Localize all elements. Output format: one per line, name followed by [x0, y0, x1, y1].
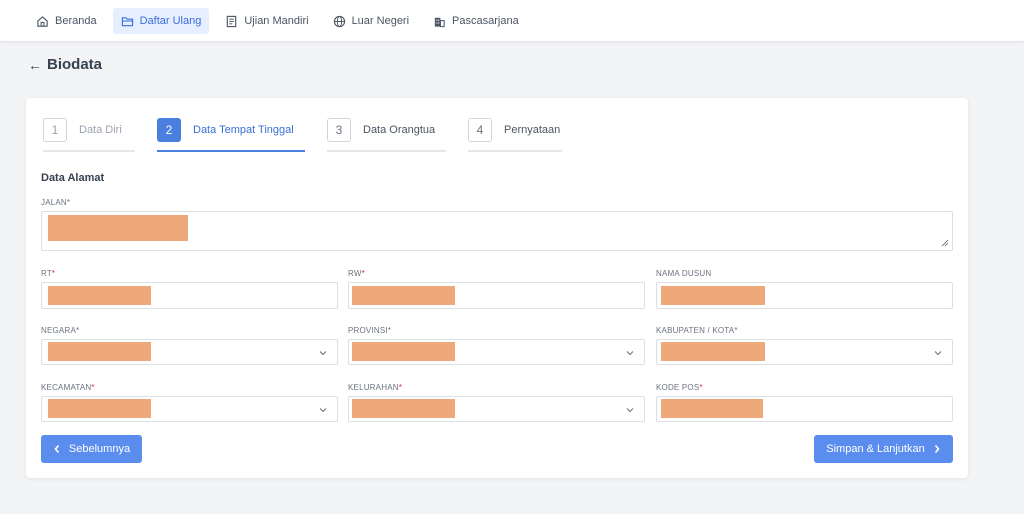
main-nav: Beranda Daftar Ulang Ujian Mandiri Luar … [28, 8, 527, 34]
step-label: Data Tempat Tinggal [193, 124, 294, 136]
step-number: 2 [157, 118, 181, 142]
redacted-value [48, 286, 151, 305]
step-data-diri[interactable]: 1 Data Diri [43, 118, 135, 152]
chevron-down-icon [319, 351, 327, 356]
step-number: 4 [468, 118, 492, 142]
home-icon [37, 15, 48, 27]
chevron-down-icon [319, 408, 327, 413]
redacted-value [352, 286, 455, 305]
top-navigation-bar: Beranda Daftar Ulang Ujian Mandiri Luar … [0, 0, 1024, 42]
nav-item-ujian-mandiri[interactable]: Ujian Mandiri [217, 8, 316, 34]
step-data-orangtua[interactable]: 3 Data Orangtua [327, 118, 446, 152]
document-icon [227, 15, 237, 27]
redacted-value [48, 342, 151, 361]
step-label: Data Orangtua [363, 124, 436, 136]
chevron-left-icon [54, 444, 60, 454]
previous-button-label: Sebelumnya [68, 443, 131, 455]
nav-item-beranda[interactable]: Beranda [28, 8, 105, 34]
step-data-tempat-tinggal[interactable]: 2 Data Tempat Tinggal [157, 118, 305, 152]
section-title-data-alamat: Data Alamat [41, 172, 105, 184]
step-number: 3 [327, 118, 351, 142]
chevron-down-icon [626, 351, 634, 356]
resize-handle-icon[interactable] [941, 239, 949, 247]
label-kelurahan: KELURAHAN* [348, 383, 403, 392]
page-title-text: Biodata [47, 56, 103, 73]
label-jalan: JALAN* [41, 198, 71, 207]
chevron-right-icon [934, 444, 940, 454]
redacted-value [48, 399, 151, 418]
label-negara: NEGARA* [41, 326, 80, 335]
redacted-value [661, 286, 765, 305]
globe-icon [333, 15, 345, 27]
step-pernyataan[interactable]: 4 Pernyataan [468, 118, 562, 152]
redacted-value [352, 342, 455, 361]
nav-label: Pascasarjana [452, 15, 519, 27]
redacted-value [352, 399, 455, 418]
previous-button[interactable]: Sebelumnya [41, 435, 142, 463]
label-kode-pos: KODE POS* [656, 383, 703, 392]
step-label: Pernyataan [504, 124, 561, 136]
redacted-value [48, 215, 188, 241]
nav-item-luar-negeri[interactable]: Luar Negeri [325, 8, 417, 34]
redacted-value [661, 399, 763, 418]
save-continue-button[interactable]: Simpan & Lanjutkan [814, 435, 953, 463]
label-nama-dusun: NAMA DUSUN [656, 269, 712, 278]
label-rt: RT* [41, 269, 56, 278]
page-title: ← Biodata [28, 56, 102, 73]
step-number: 1 [43, 118, 67, 142]
folder-icon [121, 16, 133, 26]
nav-label: Ujian Mandiri [244, 15, 309, 27]
chevron-down-icon [934, 351, 942, 356]
nav-label: Luar Negeri [351, 15, 410, 27]
back-arrow-icon[interactable]: ← [28, 57, 42, 73]
nav-label: Beranda [55, 15, 97, 27]
label-provinsi: PROVINSI* [348, 326, 392, 335]
chevron-down-icon [626, 408, 634, 413]
nav-item-pascasarjana[interactable]: Pascasarjana [425, 8, 527, 34]
redacted-value [661, 342, 765, 361]
save-continue-button-label: Simpan & Lanjutkan [826, 443, 925, 455]
label-rw: RW* [348, 269, 365, 278]
nav-label: Daftar Ulang [139, 15, 202, 27]
step-label: Data Diri [79, 124, 122, 136]
label-kecamatan: KECAMATAN* [41, 383, 95, 392]
label-kabupaten-kota: KABUPATEN / KOTA* [656, 326, 738, 335]
nav-item-daftar-ulang[interactable]: Daftar Ulang [112, 8, 210, 34]
building-icon [434, 17, 445, 27]
